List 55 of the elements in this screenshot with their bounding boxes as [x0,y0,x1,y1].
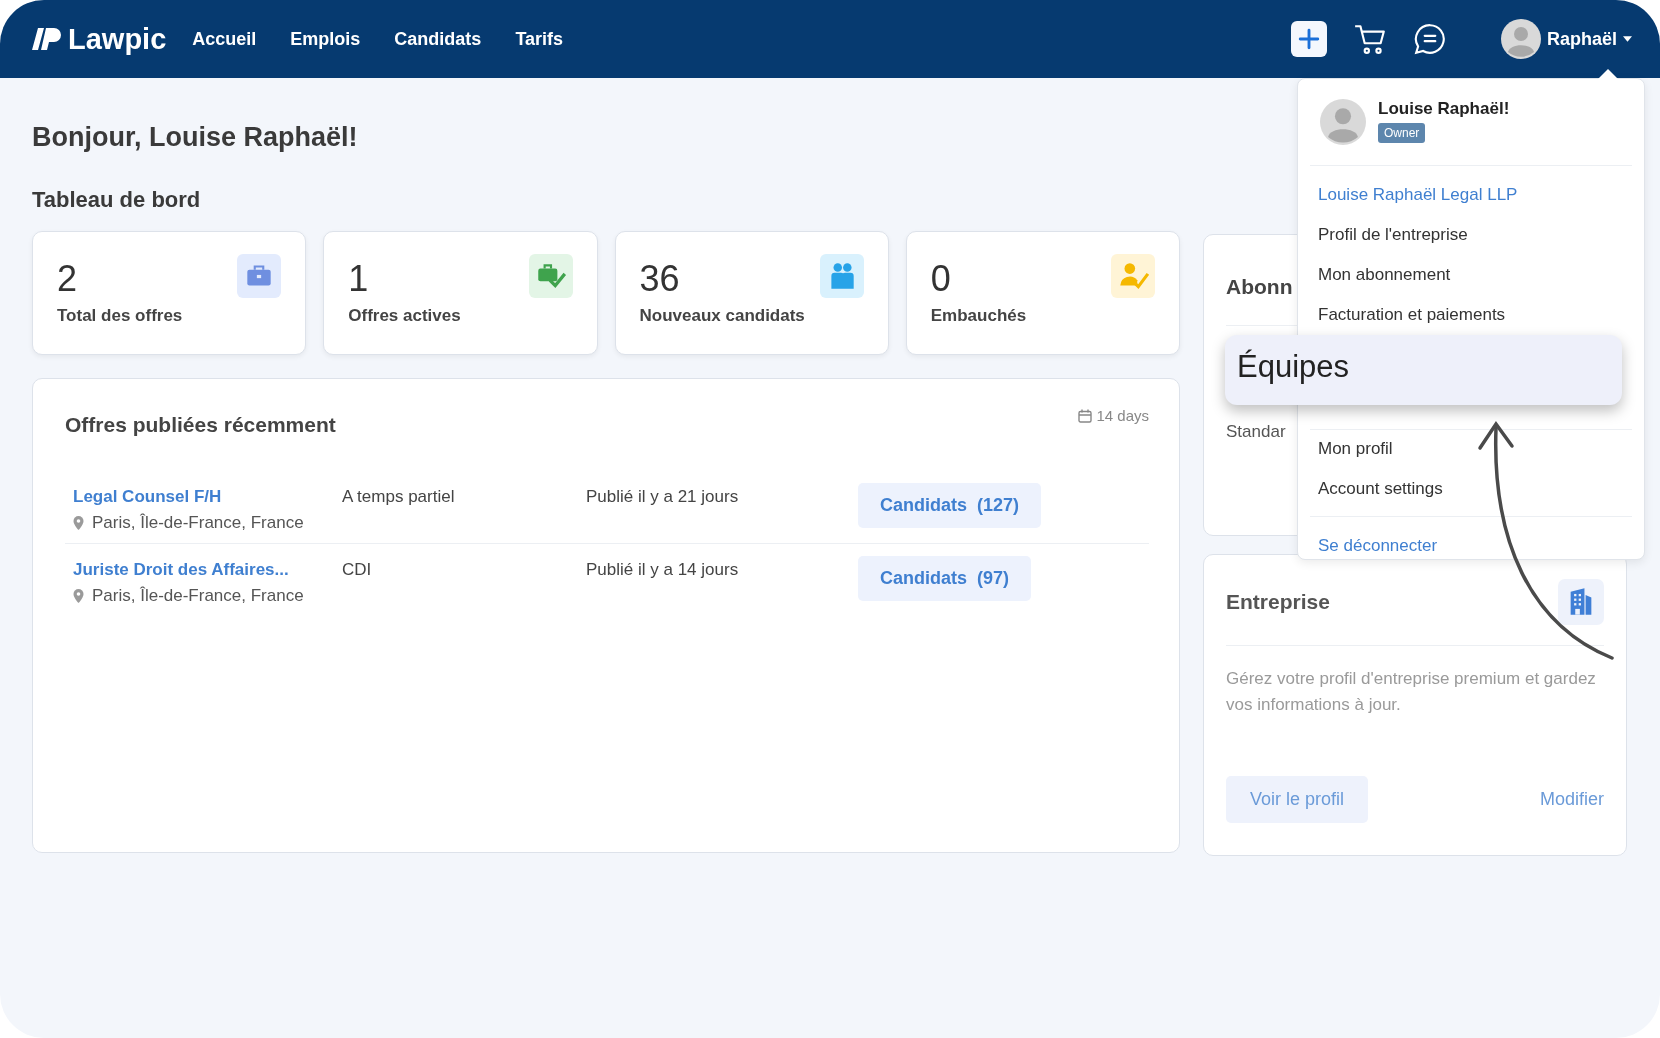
nav-link[interactable]: Emplois [290,28,361,50]
stat-value: 1 [348,258,369,300]
date-range[interactable]: 14 days [1096,407,1149,424]
highlighted-menu-item[interactable]: Équipes [1225,335,1622,405]
calendar-icon [1078,408,1093,423]
pin-icon [73,516,84,530]
candidates-button[interactable]: Candidats (127) [858,483,1042,528]
plus-icon [1297,28,1320,50]
contract-type: CDI [342,560,373,580]
card-title: Offres publiées récemment [65,413,336,437]
logo-text: Lawpic [68,22,167,56]
menu-item[interactable]: Profil de l'entreprise [1318,216,1624,256]
stat-value: 0 [930,258,951,300]
nav-link[interactable]: Candidats [394,28,482,50]
pin-icon [73,589,84,603]
cart-icon [1352,22,1387,56]
section-title: Tableau de bord [32,187,202,213]
stat-label: Offres actives [348,306,462,326]
job-title-link[interactable]: Juriste Droit des Affaires... [73,560,289,579]
people-icon [819,254,864,298]
person-check-icon [1111,254,1155,298]
avatar-icon [1320,99,1366,145]
posted-date: Publié il y a 21 jours [586,487,740,507]
stat-value: 2 [57,258,78,300]
menu-item[interactable]: Account settings [1318,470,1624,510]
role-badge: Owner [1378,123,1426,143]
user-full-name: Louise Raphaël! [1378,99,1510,119]
candidates-button[interactable]: Candidats (97) [858,556,1032,601]
contract-type: A temps partiel [342,487,456,507]
job-location: Paris, Île-de-France, France [92,586,304,606]
greeting: Bonjour, Louise Raphaël! [32,122,359,153]
nav-link[interactable]: Accueil [192,28,257,50]
plan-name: Standar [1226,422,1287,442]
logo-icon [32,28,62,50]
avatar-icon [1500,19,1541,59]
company-description: Gérez votre profil d'entreprise premium et gardez vos informations à jour. [1226,668,1597,716]
menu-item[interactable]: Se déconnecter [1318,527,1624,567]
posted-date: Publié il y a 14 jours [586,560,740,580]
chat-icon [1412,22,1447,56]
add-button[interactable] [1290,21,1327,57]
caret-icon [1623,36,1632,42]
user-name[interactable]: Raphaël [1546,28,1617,50]
menu-item[interactable]: Mon profil [1318,430,1624,470]
briefcase-icon [237,254,282,298]
nav-link[interactable]: Tarifs [515,28,564,50]
job-title-link[interactable]: Legal Counsel F/H [73,487,222,506]
job-location: Paris, Île-de-France, France [92,513,304,533]
stat-label: Embauchés [930,306,1028,326]
building-icon [1558,579,1604,625]
menu-item[interactable]: Louise Raphaël Legal LLP [1318,176,1624,216]
stat-value: 36 [639,258,680,300]
card-title: Entreprise [1226,590,1330,614]
stat-label: Total des offres [57,306,184,326]
stat-label: Nouveaux candidats [639,306,806,326]
briefcase-check-icon [528,254,573,298]
